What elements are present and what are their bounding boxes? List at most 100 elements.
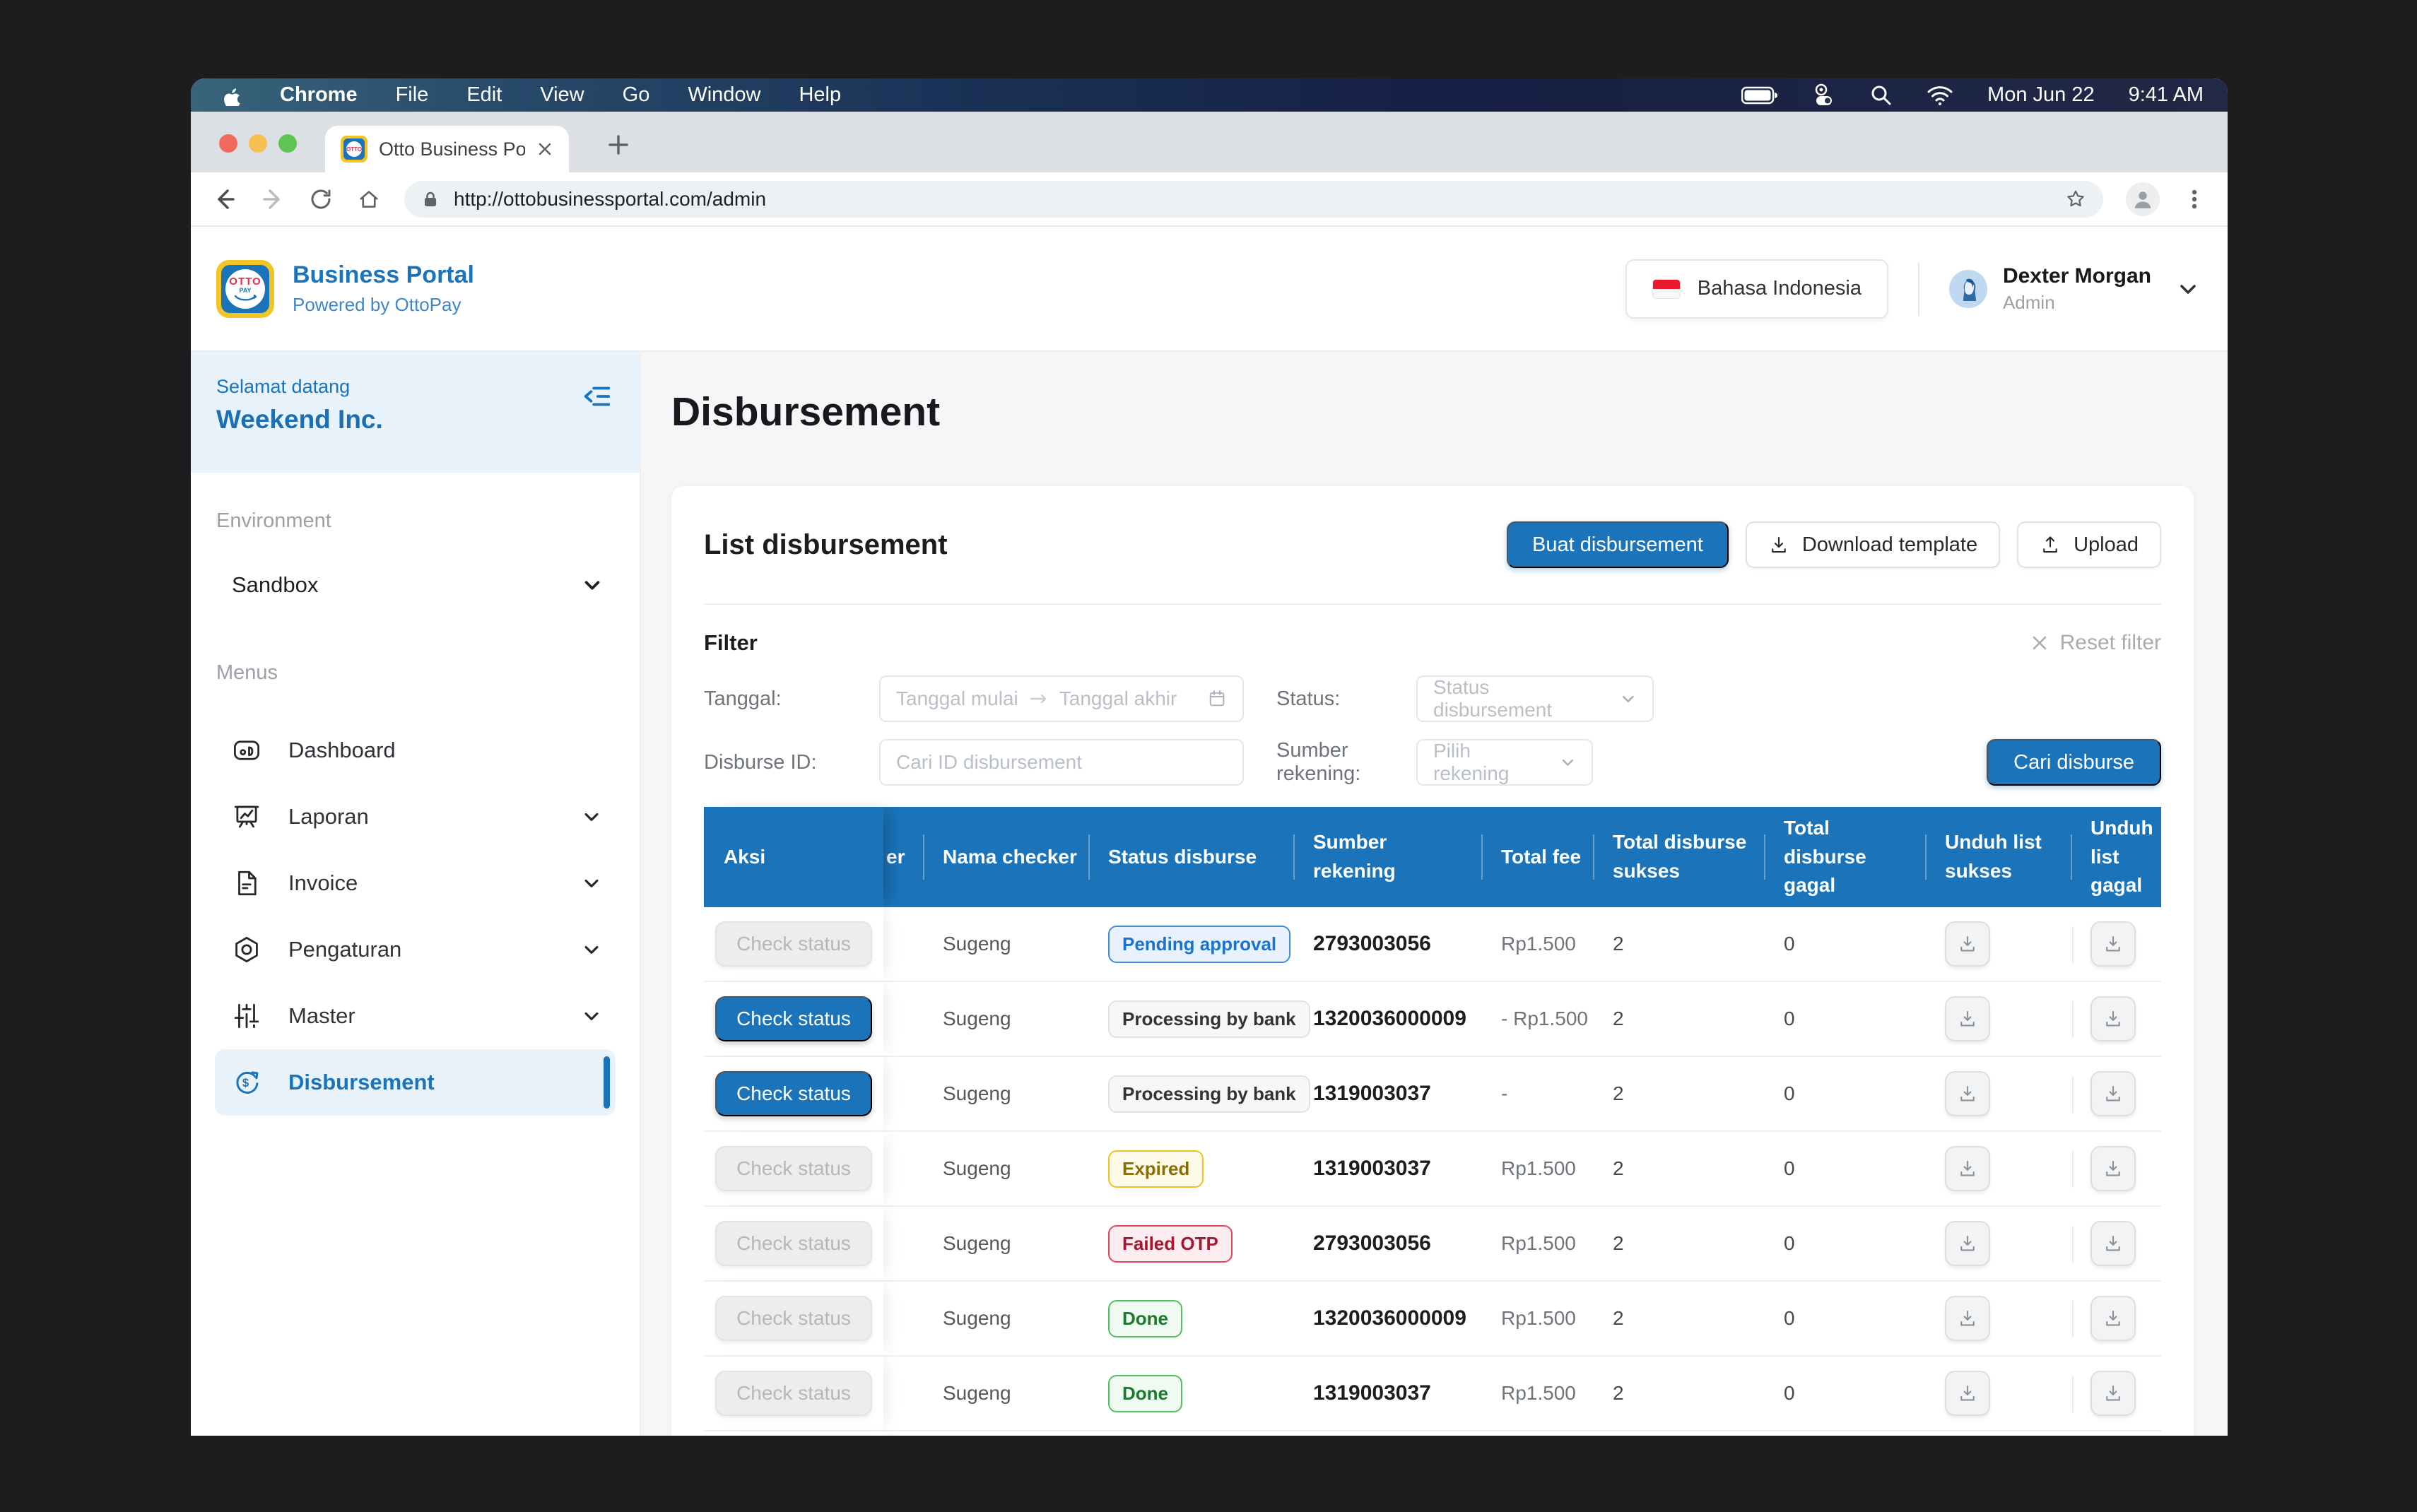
bookmark-star-icon[interactable] <box>2065 189 2086 210</box>
check-status-button[interactable]: Check status <box>715 1371 872 1416</box>
sumber-placeholder: Pilih rekening <box>1433 740 1537 785</box>
download-sukses-button[interactable] <box>1945 1371 1990 1416</box>
total-fee-cell: - <box>1481 1057 1593 1130</box>
menubar-item-view[interactable]: View <box>540 83 584 107</box>
menubar-app-name[interactable]: Chrome <box>280 83 358 107</box>
browser-tab[interactable]: OTTO Otto Business Portal <box>325 126 569 172</box>
wifi-icon[interactable] <box>1927 85 1953 106</box>
download-icon <box>1957 1158 1978 1179</box>
sidebar-item-disbursement[interactable]: $ Disbursement <box>215 1049 616 1116</box>
download-gagal-button[interactable] <box>2090 921 2136 967</box>
status-badge: Pending approval <box>1108 926 1290 963</box>
column-total-disburse-sukses: Total disburse sukses <box>1593 807 1764 907</box>
menubar-item-edit[interactable]: Edit <box>466 83 502 107</box>
logo-text: OTTO <box>229 276 261 287</box>
user-avatar[interactable] <box>1949 270 1987 308</box>
chevron-down-icon <box>582 940 601 959</box>
sidebar-item-master[interactable]: Master <box>215 983 616 1049</box>
sidebar-item-invoice[interactable]: Invoice <box>215 850 616 916</box>
download-gagal-button[interactable] <box>2090 1221 2136 1266</box>
maximize-window-button[interactable] <box>278 134 297 153</box>
upload-button[interactable]: Upload <box>2017 521 2161 568</box>
back-icon[interactable] <box>212 187 237 212</box>
sidebar-item-pengaturan[interactable]: Pengaturan <box>215 916 616 983</box>
check-status-button[interactable]: Check status <box>715 1146 872 1191</box>
check-status-button[interactable]: Check status <box>715 996 872 1041</box>
close-icon <box>2030 634 2049 652</box>
date-range-input[interactable]: Tanggal mulai Tanggal akhir <box>879 675 1244 722</box>
search-disburse-button[interactable]: Cari disburse <box>1987 739 2161 786</box>
column-status-disburse: Status disburse <box>1088 807 1293 907</box>
sumber-rekening-cell: 1320036000009 <box>1293 982 1481 1056</box>
download-gagal-button[interactable] <box>2090 1071 2136 1116</box>
download-sukses-button[interactable] <box>1945 921 1990 967</box>
download-icon <box>2103 1308 2124 1329</box>
home-icon[interactable] <box>356 187 382 212</box>
collapse-sidebar-icon[interactable] <box>580 380 613 416</box>
close-window-button[interactable] <box>219 134 237 153</box>
spotlight-search-icon[interactable] <box>1870 84 1893 107</box>
browser-profile-icon[interactable] <box>2126 182 2160 216</box>
date-end-placeholder: Tanggal akhir <box>1059 687 1177 710</box>
status-dropdown[interactable]: Status disbursement <box>1416 675 1654 722</box>
list-disbursement-card: List disbursement Buat disbursement Down… <box>671 486 2194 1436</box>
download-icon <box>2103 1008 2124 1029</box>
sidebar-item-laporan[interactable]: Laporan <box>215 784 616 850</box>
total-fee-cell: Rp1.500 <box>1481 1357 1593 1430</box>
total-fee-cell: Rp1.500 <box>1481 1132 1593 1205</box>
sumber-rekening-dropdown[interactable]: Pilih rekening <box>1416 739 1593 786</box>
forward-icon[interactable] <box>260 187 286 212</box>
download-sukses-button[interactable] <box>1945 1296 1990 1341</box>
check-status-button[interactable]: Check status <box>715 921 872 967</box>
ottopay-logo: OTTO PAY <box>216 260 274 318</box>
menubar-item-file[interactable]: File <box>396 83 429 107</box>
total-sukses-cell: 2 <box>1593 1057 1764 1130</box>
download-sukses-button[interactable] <box>1945 996 1990 1041</box>
reset-filter-button[interactable]: Reset filter <box>2030 631 2161 655</box>
download-template-button[interactable]: Download template <box>1746 521 2000 568</box>
user-menu[interactable]: Dexter Morgan Admin <box>2003 264 2151 314</box>
control-center-icon[interactable] <box>1812 83 1836 107</box>
user-chevron-down-icon[interactable] <box>2177 278 2199 300</box>
menubar-item-go[interactable]: Go <box>623 83 650 107</box>
url-bar[interactable]: http://ottobusinessportal.com/admin <box>404 181 2103 218</box>
check-status-button[interactable]: Check status <box>715 1296 872 1341</box>
menubar-item-help[interactable]: Help <box>799 83 841 107</box>
tab-close-icon[interactable] <box>536 141 553 158</box>
browser-toolbar: http://ottobusinessportal.com/admin <box>191 172 2228 227</box>
total-gagal-cell: 0 <box>1764 1207 1925 1280</box>
dashboard-icon <box>232 736 261 765</box>
tab-strip: OTTO Otto Business Portal <box>191 112 2228 172</box>
download-gagal-button[interactable] <box>2090 1371 2136 1416</box>
sidebar-item-dashboard[interactable]: Dashboard <box>215 717 616 784</box>
tanggal-label: Tanggal: <box>704 687 879 711</box>
environment-selector[interactable]: Sandbox <box>232 572 603 598</box>
create-disbursement-button[interactable]: Buat disbursement <box>1507 521 1729 568</box>
download-sukses-button[interactable] <box>1945 1221 1990 1266</box>
download-gagal-button[interactable] <box>2090 1296 2136 1341</box>
menubar-item-window[interactable]: Window <box>688 83 760 107</box>
table-row: Check status Sugeng Expired 1319003037 R… <box>704 1132 2161 1207</box>
download-icon <box>1768 534 1789 555</box>
download-gagal-button[interactable] <box>2090 1146 2136 1191</box>
calendar-icon <box>1207 689 1227 709</box>
total-sukses-cell: 2 <box>1593 1431 1764 1436</box>
download-sukses-button[interactable] <box>1945 1146 1990 1191</box>
reload-icon[interactable] <box>308 187 334 212</box>
minimize-window-button[interactable] <box>249 134 267 153</box>
check-status-button[interactable]: Check status <box>715 1221 872 1266</box>
check-status-button[interactable]: Check status <box>715 1071 872 1116</box>
download-icon <box>2103 1383 2124 1404</box>
language-label: Bahasa Indonesia <box>1698 277 1862 300</box>
nama-checker-cell: Sugeng <box>923 1431 1088 1436</box>
language-selector[interactable]: Bahasa Indonesia <box>1625 259 1888 319</box>
new-tab-button[interactable] <box>604 131 633 163</box>
sumber-rekening-cell: 2793003056 <box>1293 907 1481 981</box>
sidebar-item-label: Laporan <box>288 804 369 829</box>
download-gagal-button[interactable] <box>2090 996 2136 1041</box>
apple-menu-icon[interactable] <box>220 85 242 106</box>
sumber-rekening-cell: 1320036000009 <box>1293 1282 1481 1355</box>
browser-menu-icon[interactable] <box>2182 187 2206 211</box>
disburse-id-input[interactable]: Cari ID disbursement <box>879 739 1244 786</box>
download-sukses-button[interactable] <box>1945 1071 1990 1116</box>
